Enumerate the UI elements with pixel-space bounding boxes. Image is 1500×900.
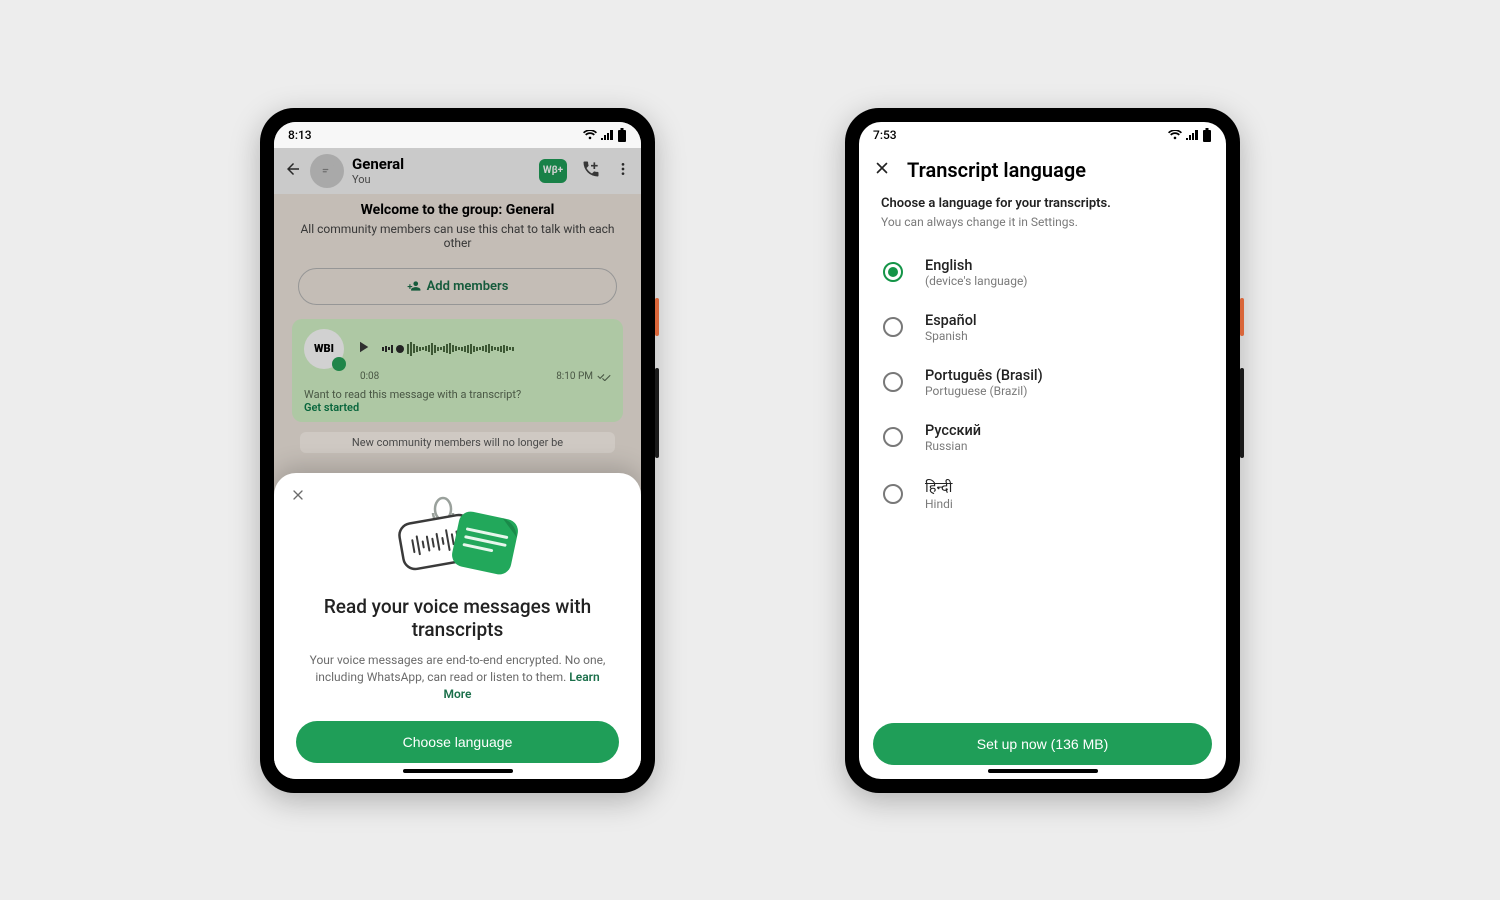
- status-icons: [1168, 128, 1212, 142]
- language-list: English(device's language)EspañolSpanish…: [881, 245, 1204, 523]
- status-time: 8:13: [288, 128, 312, 142]
- status-bar: 8:13: [274, 122, 641, 148]
- radio-icon: [883, 372, 903, 392]
- wifi-icon: [583, 130, 597, 140]
- close-icon[interactable]: [290, 487, 306, 507]
- phone-mockup-left: 8:13 General You Wβ+: [260, 108, 655, 793]
- language-sub: Russian: [925, 439, 981, 453]
- gesture-bar: [403, 769, 513, 773]
- close-icon[interactable]: [873, 159, 891, 181]
- page-header: Transcript language: [859, 148, 1226, 192]
- language-option[interactable]: EspañolSpanish: [881, 300, 1204, 355]
- language-sub: Spanish: [925, 329, 977, 343]
- language-sub: Portuguese (Brazil): [925, 384, 1043, 398]
- sheet-title: Read your voice messages with transcript…: [296, 595, 619, 643]
- battery-icon: [1202, 128, 1212, 142]
- language-name: English: [925, 257, 1028, 274]
- language-option[interactable]: Português (Brasil)Portuguese (Brazil): [881, 355, 1204, 410]
- radio-icon: [883, 427, 903, 447]
- screen-chat: 8:13 General You Wβ+: [274, 122, 641, 779]
- phone-mockup-right: 7:53 Transcript language Choose a langua…: [845, 108, 1240, 793]
- radio-icon: [883, 317, 903, 337]
- screen-language: 7:53 Transcript language Choose a langua…: [859, 122, 1226, 779]
- gesture-bar: [988, 769, 1098, 773]
- signal-icon: [1186, 130, 1198, 140]
- wifi-icon: [1168, 130, 1182, 140]
- language-body: Choose a language for your transcripts. …: [859, 192, 1226, 713]
- language-sub: (device's language): [925, 274, 1028, 288]
- status-bar: 7:53: [859, 122, 1226, 148]
- signal-icon: [601, 130, 613, 140]
- chat-area: General You Wβ+ Welcome to the group: Ge…: [274, 148, 641, 779]
- language-option[interactable]: हिन्दीHindi: [881, 465, 1204, 523]
- language-option[interactable]: РусскийRussian: [881, 410, 1204, 465]
- battery-icon: [617, 128, 627, 142]
- radio-icon: [883, 484, 903, 504]
- language-option[interactable]: English(device's language): [881, 245, 1204, 300]
- setup-now-button[interactable]: Set up now (136 MB): [873, 723, 1212, 765]
- choose-language-button[interactable]: Choose language: [296, 721, 619, 763]
- transcript-intro-sheet: Read your voice messages with transcript…: [274, 473, 641, 779]
- language-name: Русский: [925, 422, 981, 439]
- status-icons: [583, 128, 627, 142]
- sheet-body: Your voice messages are end-to-end encry…: [296, 652, 619, 702]
- page-title: Transcript language: [907, 158, 1086, 182]
- language-sub: Hindi: [925, 497, 953, 511]
- page-sub: You can always change it in Settings.: [881, 215, 1204, 229]
- language-name: Português (Brasil): [925, 367, 1043, 384]
- sheet-illustration: [296, 487, 619, 587]
- page-lead: Choose a language for your transcripts.: [881, 196, 1204, 211]
- language-name: हिन्दी: [925, 477, 953, 497]
- language-name: Español: [925, 312, 977, 329]
- radio-icon: [883, 262, 903, 282]
- status-time: 7:53: [873, 128, 897, 142]
- sheet-body-text: Your voice messages are end-to-end encry…: [310, 653, 606, 684]
